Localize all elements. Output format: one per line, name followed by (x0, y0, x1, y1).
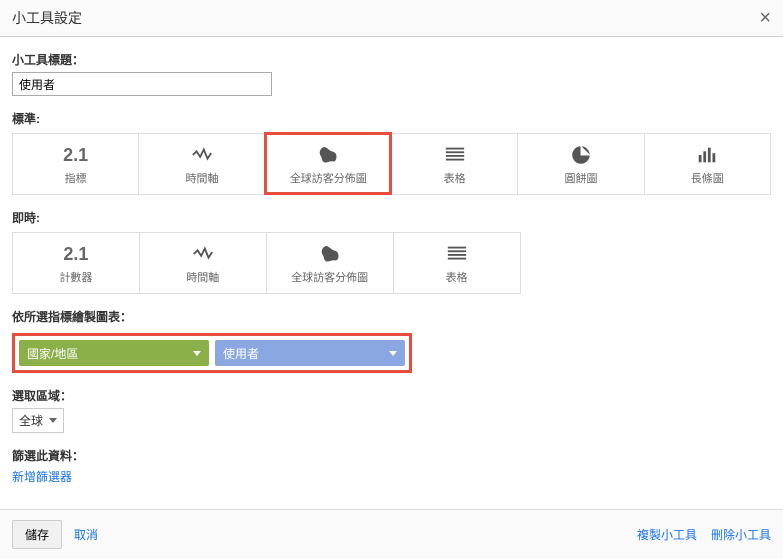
timeline-icon (191, 243, 215, 265)
dim-metric-label: 依所選指標繪製圖表： (12, 308, 771, 325)
footer-left: 儲存 取消 (12, 520, 98, 549)
tile-realtime-table[interactable]: 表格 (393, 232, 520, 293)
tile-label: 圓餅圖 (564, 170, 597, 186)
tile-standard-table[interactable]: 表格 (391, 133, 517, 194)
filter-section: 篩選此資料： 新增篩選器 (12, 447, 771, 485)
tile-standard-geomap[interactable]: 全球訪客分佈圖 (265, 133, 391, 194)
tile-label: 計數器 (59, 269, 92, 285)
metric-dropdown[interactable]: 使用者 (215, 340, 405, 366)
realtime-label: 即時: (12, 209, 771, 226)
metric-number-icon: 2.1 (63, 144, 88, 166)
footer-right: 複製小工具 刪除小工具 (637, 526, 771, 543)
filter-label: 篩選此資料： (12, 447, 771, 464)
dim-metric-section: 依所選指標繪製圖表： 國家/地區 使用者 (12, 308, 771, 373)
add-filter-link[interactable]: 新增篩選器 (12, 470, 72, 484)
chevron-down-icon (389, 351, 397, 356)
title-section: 小工具標題： (12, 51, 771, 96)
pie-icon (569, 144, 593, 166)
tile-standard-timeline[interactable]: 時間軸 (138, 133, 264, 194)
tile-label: 長條圖 (691, 170, 724, 186)
chevron-down-icon (49, 418, 57, 423)
tile-realtime-timeline[interactable]: 時間軸 (139, 232, 266, 293)
map-icon (318, 243, 342, 265)
dialog-header: 小工具設定 × (0, 0, 783, 37)
timeline-icon (190, 144, 214, 166)
standard-section: 標準: 2.1 指標 時間軸 全球訪客分佈圖 (12, 110, 771, 195)
title-label: 小工具標題： (12, 51, 771, 68)
region-value: 全球 (19, 412, 43, 429)
dim-metric-highlight: 國家/地區 使用者 (12, 333, 412, 373)
tile-label: 全球訪客分佈圖 (290, 170, 367, 186)
table-icon (443, 144, 467, 166)
tile-label: 表格 (446, 269, 468, 285)
tile-realtime-counter[interactable]: 2.1 計數器 (12, 232, 139, 293)
tile-realtime-geomap[interactable]: 全球訪客分佈圖 (266, 232, 393, 293)
dialog-title: 小工具設定 (12, 8, 82, 28)
realtime-section: 即時: 2.1 計數器 時間軸 全球訪客分佈圖 (12, 209, 771, 294)
tile-label: 時間軸 (186, 269, 219, 285)
delete-widget-link[interactable]: 刪除小工具 (711, 526, 771, 543)
dialog-footer: 儲存 取消 複製小工具 刪除小工具 (0, 509, 783, 559)
tile-label: 時間軸 (185, 170, 218, 186)
standard-row: 2.1 指標 時間軸 全球訪客分佈圖 表格 (12, 133, 771, 195)
tile-label: 表格 (444, 170, 466, 186)
cancel-link[interactable]: 取消 (74, 526, 98, 543)
tile-standard-pie[interactable]: 圓餅圖 (517, 133, 643, 194)
region-label: 選取區域： (12, 387, 771, 404)
chevron-down-icon (193, 351, 201, 356)
counter-number-icon: 2.1 (63, 243, 88, 265)
save-button[interactable]: 儲存 (12, 520, 62, 549)
bar-icon (695, 144, 719, 166)
table-icon (445, 243, 469, 265)
tile-standard-bar[interactable]: 長條圖 (644, 133, 770, 194)
dialog-body: 小工具標題： 標準: 2.1 指標 時間軸 全球訪客分佈圖 (0, 37, 783, 509)
standard-label: 標準: (12, 110, 771, 127)
tile-label: 指標 (65, 170, 87, 186)
realtime-row: 2.1 計數器 時間軸 全球訪客分佈圖 表格 (12, 232, 521, 294)
tile-label: 全球訪客分佈圖 (291, 269, 368, 285)
dimension-dropdown[interactable]: 國家/地區 (19, 340, 209, 366)
widget-title-input[interactable] (12, 72, 272, 96)
close-icon[interactable]: × (759, 8, 771, 28)
tile-standard-metric[interactable]: 2.1 指標 (12, 133, 138, 194)
metric-value: 使用者 (223, 345, 259, 362)
map-icon (316, 144, 340, 166)
region-select[interactable]: 全球 (12, 408, 64, 433)
dimension-value: 國家/地區 (27, 345, 78, 362)
region-section: 選取區域： 全球 (12, 387, 771, 433)
copy-widget-link[interactable]: 複製小工具 (637, 526, 697, 543)
